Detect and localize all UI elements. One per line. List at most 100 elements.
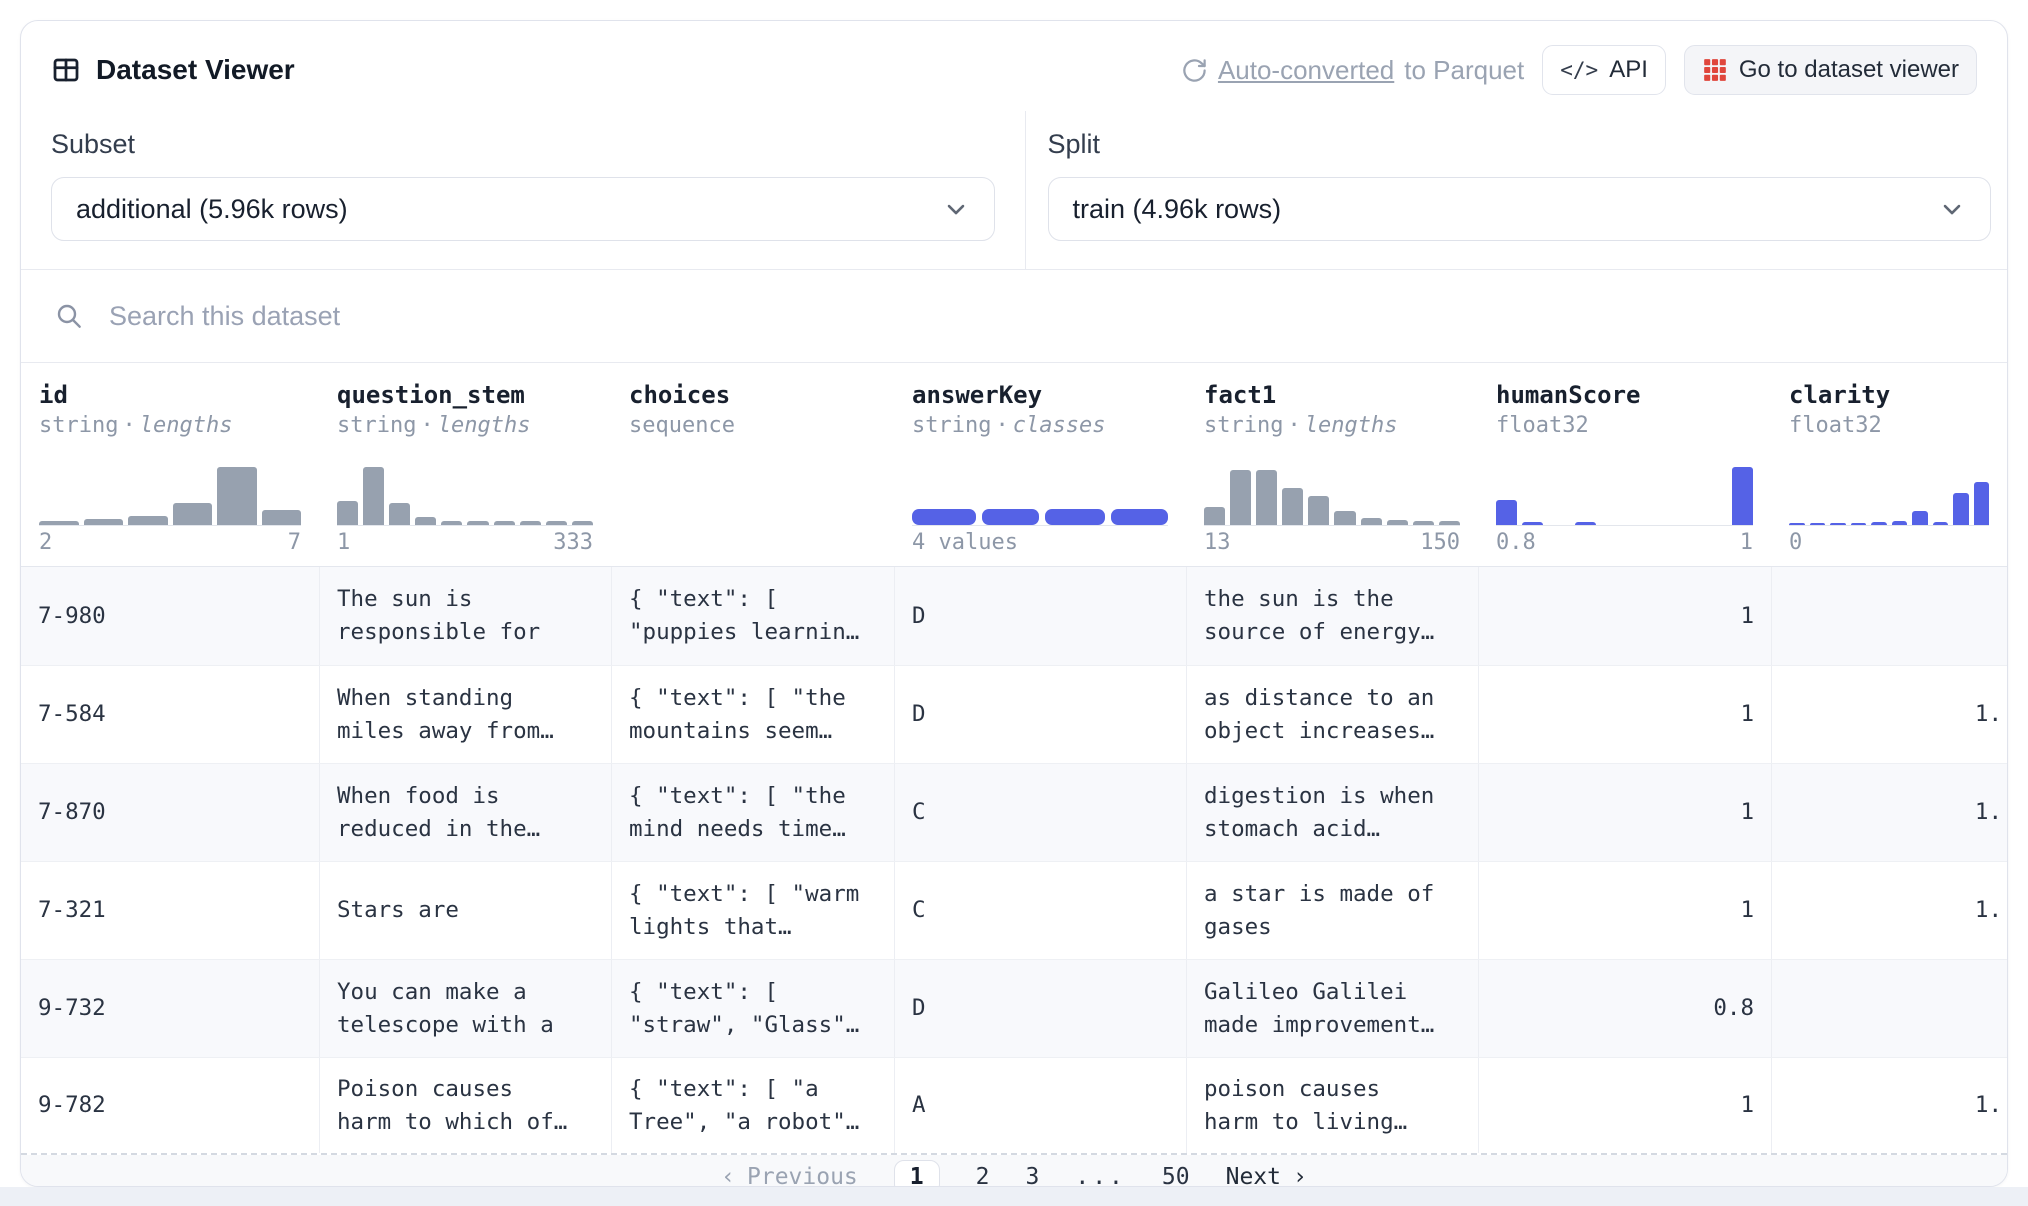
column-name: answerKey <box>912 379 1168 411</box>
search-input[interactable] <box>107 300 1975 333</box>
column-histogram <box>1496 453 1753 526</box>
cell-id: 9-782 <box>21 1058 319 1153</box>
api-button[interactable]: </> API <box>1542 45 1666 95</box>
cell-clarity <box>1771 960 2007 1057</box>
column-header-question-stem: question_stem string·lengths 1333 <box>319 363 611 566</box>
page-button-3[interactable]: 3 <box>1026 1164 1040 1187</box>
next-button[interactable]: Next › <box>1226 1164 1307 1187</box>
cell-question-stem: When food is reduced in the… <box>319 764 611 861</box>
header-actions: Auto-converted to Parquet </> API Go to … <box>1181 45 1977 95</box>
table-row: 9-732 You can make a telescope with a { … <box>21 959 2007 1057</box>
page-button-2[interactable]: 2 <box>976 1164 990 1187</box>
code-icon: </> <box>1560 58 1598 82</box>
cell-question-stem: You can make a telescope with a <box>319 960 611 1057</box>
cell-clarity: 1. <box>1771 666 2007 763</box>
cell-answerkey: A <box>894 1058 1186 1153</box>
cell-fact1: digestion is when stomach acid… <box>1186 764 1478 861</box>
cell-choices: { "text": [ "a Tree", "a robot"… <box>611 1058 894 1153</box>
axis-max: 1 <box>1740 528 1753 558</box>
page-button-1[interactable]: 1 <box>894 1160 940 1187</box>
table-row: 7-584 When standing miles away from… { "… <box>21 665 2007 763</box>
split-select[interactable]: train (4.96k rows) <box>1048 177 1992 241</box>
axis-min: 2 <box>39 528 52 558</box>
page-ellipsis: ... <box>1075 1164 1126 1187</box>
axis-max: 333 <box>553 528 593 558</box>
axis-min: 0.8 <box>1496 528 1536 558</box>
cell-choices: { "text": [ "warm lights that… <box>611 862 894 959</box>
cell-fact1: Galileo Galilei made improvement… <box>1186 960 1478 1057</box>
column-name: humanScore <box>1496 379 1753 411</box>
cell-answerkey: C <box>894 764 1186 861</box>
column-type: sequence <box>629 411 876 441</box>
column-type: float32 <box>1496 411 1753 441</box>
page-bottom-strip <box>0 1187 2028 1206</box>
table-row: 9-782 Poison causes harm to which of… { … <box>21 1057 2007 1155</box>
column-histogram <box>912 453 1168 526</box>
cell-question-stem: The sun is responsible for <box>319 567 611 665</box>
chevron-down-icon <box>1938 195 1966 223</box>
axis-max: 7 <box>288 528 301 558</box>
column-histogram <box>337 453 593 526</box>
cell-clarity: 1. <box>1771 764 2007 861</box>
column-histogram <box>629 453 876 525</box>
subset-cell: Subset additional (5.96k rows) <box>21 111 1025 269</box>
refresh-icon <box>1181 57 1208 84</box>
cell-id: 7-870 <box>21 764 319 861</box>
split-selected-value: train (4.96k rows) <box>1073 194 1282 225</box>
table-row: 7-321 Stars are { "text": [ "warm lights… <box>21 861 2007 959</box>
column-type: string·lengths <box>39 411 301 441</box>
go-to-dataset-viewer-button[interactable]: Go to dataset viewer <box>1684 45 1977 95</box>
column-name: question_stem <box>337 379 593 411</box>
auto-converted-rest: to Parquet <box>1404 55 1524 86</box>
axis-min: 1 <box>337 528 350 558</box>
cell-choices: { "text": [ "the mountains seem… <box>611 666 894 763</box>
column-histogram <box>1789 453 1989 526</box>
cell-clarity <box>1771 567 2007 665</box>
axis-min: 0 <box>1789 528 1802 558</box>
cell-answerkey: D <box>894 960 1186 1057</box>
cell-answerkey: D <box>894 666 1186 763</box>
subset-select[interactable]: additional (5.96k rows) <box>51 177 995 241</box>
column-type: float32 <box>1789 411 1989 441</box>
column-type: string·lengths <box>1204 411 1460 441</box>
axis-min: 4 values <box>912 528 1018 558</box>
cell-humanscore: 1 <box>1478 1058 1771 1153</box>
axis-min: 13 <box>1204 528 1231 558</box>
cell-humanscore: 0.8 <box>1478 960 1771 1057</box>
pagination-bar: ‹ Previous 1 2 3 ... 50 Next › <box>21 1155 2007 1187</box>
cell-id: 7-584 <box>21 666 319 763</box>
cell-humanscore: 1 <box>1478 567 1771 665</box>
column-name: choices <box>629 379 876 411</box>
cell-answerkey: C <box>894 862 1186 959</box>
title-wrap: Dataset Viewer <box>51 53 295 87</box>
cell-clarity: 1. <box>1771 862 2007 959</box>
cell-fact1: the sun is the source of energy… <box>1186 567 1478 665</box>
api-button-label: API <box>1609 56 1648 84</box>
chevron-down-icon <box>942 195 970 223</box>
column-type: string·classes <box>912 411 1168 441</box>
card-header: Dataset Viewer Auto-converted to Parquet… <box>21 21 2007 111</box>
go-to-dataset-viewer-label: Go to dataset viewer <box>1739 56 1959 84</box>
next-label: Next <box>1226 1164 1281 1187</box>
column-header-id: id string·lengths 27 <box>21 363 319 566</box>
cell-choices: { "text": [ "the mind needs time… <box>611 764 894 861</box>
cell-question-stem: Stars are <box>319 862 611 959</box>
cell-choices: { "text": [ "straw", "Glass"… <box>611 960 894 1057</box>
dataset-viewer-card: Dataset Viewer Auto-converted to Parquet… <box>20 20 2008 1187</box>
previous-button[interactable]: ‹ Previous <box>721 1164 858 1187</box>
search-icon <box>53 300 85 332</box>
page-button-50[interactable]: 50 <box>1162 1164 1190 1187</box>
cell-choices: { "text": [ "puppies learnin… <box>611 567 894 665</box>
cell-question-stem: Poison causes harm to which of… <box>319 1058 611 1153</box>
column-header-clarity: clarity float32 0 <box>1771 363 2007 566</box>
axis-max: 150 <box>1420 528 1460 558</box>
cell-clarity: 1. <box>1771 1058 2007 1153</box>
cell-humanscore: 1 <box>1478 862 1771 959</box>
cell-fact1: poison causes harm to living… <box>1186 1058 1478 1153</box>
table-body: 7-980 The sun is responsible for { "text… <box>21 567 2007 1155</box>
cell-humanscore: 1 <box>1478 764 1771 861</box>
grid-icon <box>1702 57 1728 83</box>
auto-converted-link[interactable]: Auto-converted to Parquet <box>1181 55 1524 86</box>
cell-fact1: as distance to an object increases… <box>1186 666 1478 763</box>
column-header-fact1: fact1 string·lengths 13150 <box>1186 363 1478 566</box>
